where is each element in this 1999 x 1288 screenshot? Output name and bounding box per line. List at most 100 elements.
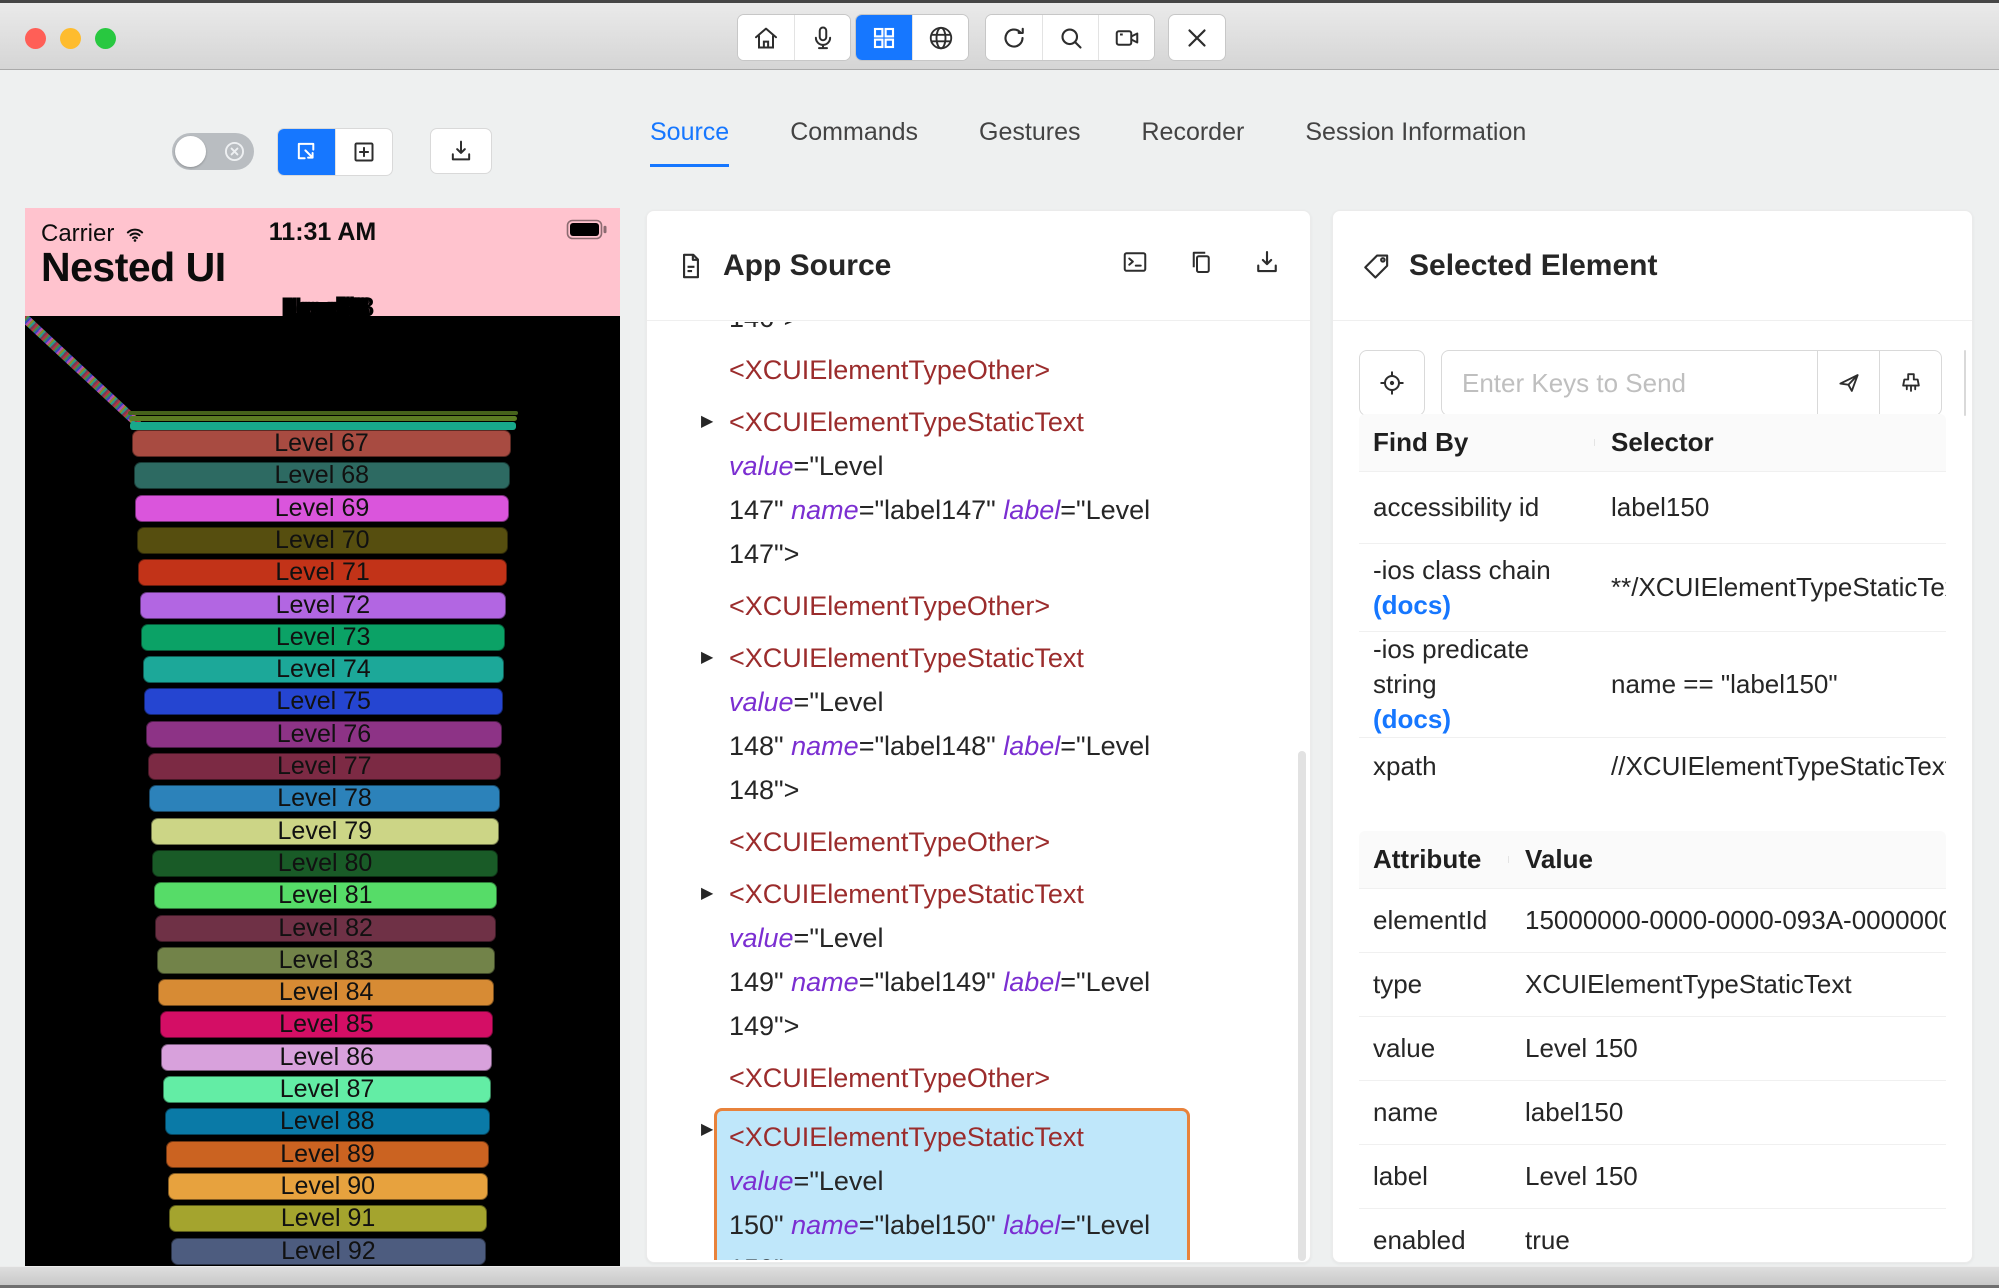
expand-arrow-icon[interactable]: ▶ xyxy=(701,872,729,1048)
docs-link[interactable]: (docs) xyxy=(1373,590,1451,620)
level-bar[interactable]: Level 86 xyxy=(161,1043,492,1071)
screenshot-interaction-toggle[interactable] xyxy=(172,133,254,170)
copy-icon xyxy=(1192,251,1210,273)
add-element-button[interactable] xyxy=(335,129,392,175)
attribute-value: 15000000-0000-0000-093A-000000000 xyxy=(1525,905,1946,935)
level-bar[interactable]: Level 69 xyxy=(135,494,509,522)
attribute-name: value xyxy=(1373,1033,1436,1063)
expand-arrow-icon[interactable]: ▶ xyxy=(701,400,729,576)
selected-element-panel: Selected Element Enter Keys to Send Find… xyxy=(1332,210,1973,1263)
level-bar[interactable]: Level 88 xyxy=(164,1107,490,1136)
source-node[interactable]: 146"> xyxy=(701,322,1300,340)
attribute-name: elementId xyxy=(1373,905,1488,935)
find-by-table: Find By Selector accessibility id label150… xyxy=(1359,414,1946,795)
find-by-row: xpath //XCUIElementTypeStaticText[@n xyxy=(1359,737,1946,795)
level-bar[interactable]: Level 79 xyxy=(150,817,499,845)
level-bar[interactable]: Level 74 xyxy=(142,655,504,684)
arrow-spacer xyxy=(701,322,729,340)
level-bar[interactable]: Level 77 xyxy=(147,752,501,780)
microphone-button[interactable] xyxy=(794,15,850,60)
level-bar[interactable]: Level 90 xyxy=(167,1172,488,1200)
clear-field-button[interactable] xyxy=(1880,350,1942,416)
video-camera-button[interactable] xyxy=(1098,15,1154,60)
app-title: Nested UI xyxy=(41,244,226,290)
home-button[interactable] xyxy=(738,15,794,60)
arrow-spacer xyxy=(701,348,729,392)
header-attribute: Attribute xyxy=(1359,844,1509,875)
globe-button[interactable] xyxy=(912,15,968,60)
level-bar[interactable]: Level 81 xyxy=(153,881,497,910)
device-screenshot[interactable]: Level 67 Level 68 Level 69 Level 70 Level 71… xyxy=(25,208,620,1266)
level-bar[interactable]: Level 76 xyxy=(145,720,502,748)
refresh-button[interactable] xyxy=(986,15,1042,60)
source-node[interactable]: <XCUIElementTypeOther> xyxy=(701,820,1300,864)
home-icon xyxy=(755,27,777,48)
search-button[interactable] xyxy=(1042,15,1098,60)
level-bar[interactable]: Level 68 xyxy=(133,461,510,490)
level-bar[interactable]: Level 70 xyxy=(136,526,508,554)
header-value: Value xyxy=(1525,844,1593,874)
zoom-window-button[interactable] xyxy=(95,28,116,49)
level-bar[interactable]: Level 75 xyxy=(144,687,503,716)
brush-icon xyxy=(1901,373,1920,392)
level-bar[interactable]: Level 71 xyxy=(138,558,507,587)
minimize-window-button[interactable] xyxy=(60,28,81,49)
tab-source[interactable]: Source xyxy=(650,118,730,167)
docs-link[interactable]: (docs) xyxy=(1373,704,1451,734)
source-tree[interactable]: 146"><XCUIElementTypeOther>▶<XCUIElement… xyxy=(647,322,1300,1260)
app-source-header: App Source xyxy=(647,211,1310,321)
source-scrollbar[interactable] xyxy=(1298,751,1306,1261)
level-bar[interactable]: Level 80 xyxy=(152,849,498,877)
level-bar[interactable]: Level 67 xyxy=(132,429,511,457)
source-node[interactable]: ▶ <XCUIElementTypeStaticText value="Level… xyxy=(701,400,1300,576)
level-bar[interactable]: Level 78 xyxy=(149,784,500,813)
source-node[interactable]: <XCUIElementTypeOther> xyxy=(701,584,1300,628)
tab-session-information[interactable]: Session Information xyxy=(1305,118,1526,167)
send-keys-input[interactable] xyxy=(1441,350,1818,416)
element-action-controls xyxy=(1359,350,1966,416)
window-bottom-edge xyxy=(0,1266,1999,1288)
add-element-icon xyxy=(354,142,374,162)
level-bar[interactable]: Level 91 xyxy=(169,1204,487,1233)
expand-arrow-icon[interactable]: ▶ xyxy=(701,636,729,812)
download-screenshot-button[interactable] xyxy=(430,128,492,174)
source-node[interactable]: ▶ <XCUIElementTypeStaticText value="Level… xyxy=(701,636,1300,812)
source-node[interactable]: ▶ <XCUIElementTypeStaticText value="Level… xyxy=(701,872,1300,1048)
copy-attributes-button[interactable] xyxy=(1965,351,1966,415)
source-node[interactable]: ▶ <XCUIElementTypeStaticText value="Level… xyxy=(701,1108,1300,1260)
arrow-spacer xyxy=(701,1056,729,1100)
level-bar[interactable]: Level 83 xyxy=(156,946,495,974)
attribute-name: name xyxy=(1373,1097,1439,1127)
select-element-button[interactable] xyxy=(278,129,335,175)
level-bar[interactable]: Level 73 xyxy=(141,623,505,651)
level-bar[interactable]: Level 92 xyxy=(170,1237,486,1265)
terminal-button[interactable] xyxy=(1120,247,1150,285)
locate-element-button[interactable] xyxy=(1359,350,1425,416)
selected-element-title: Selected Element xyxy=(1409,248,1658,282)
tab-recorder[interactable]: Recorder xyxy=(1141,118,1244,167)
close-window-button[interactable] xyxy=(25,28,46,49)
source-node[interactable]: <XCUIElementTypeOther> xyxy=(701,1056,1300,1100)
send-keys-button[interactable] xyxy=(1818,350,1880,416)
traffic-lights xyxy=(25,28,116,49)
source-node[interactable]: <XCUIElementTypeOther> xyxy=(701,348,1300,392)
attribute-row: enabled true xyxy=(1359,1208,1946,1262)
status-bar-time: 11:31 AM xyxy=(268,218,377,246)
tab-commands[interactable]: Commands xyxy=(790,118,918,167)
level-bar[interactable]: Level 72 xyxy=(139,591,506,619)
level-bar[interactable]: Level 82 xyxy=(155,914,496,942)
find-by-selector-value: **/XCUIElementTypeStaticText[`r xyxy=(1611,572,1946,602)
grid-button[interactable] xyxy=(856,15,912,60)
level-bar[interactable]: Level 89 xyxy=(166,1140,489,1168)
download-button[interactable] xyxy=(1252,247,1282,285)
grid-icon xyxy=(873,27,895,48)
close-button[interactable] xyxy=(1169,15,1225,60)
toggle-off-icon xyxy=(224,141,245,162)
toolbar-group xyxy=(985,14,1155,61)
copy-button[interactable] xyxy=(1186,247,1216,285)
tab-gestures[interactable]: Gestures xyxy=(979,118,1080,167)
level-bar[interactable]: Level 84 xyxy=(158,978,494,1007)
source-node-text: <XCUIElementTypeOther> xyxy=(729,355,1051,385)
level-bar[interactable]: Level 87 xyxy=(163,1075,491,1103)
level-bar[interactable]: Level 85 xyxy=(159,1010,493,1039)
